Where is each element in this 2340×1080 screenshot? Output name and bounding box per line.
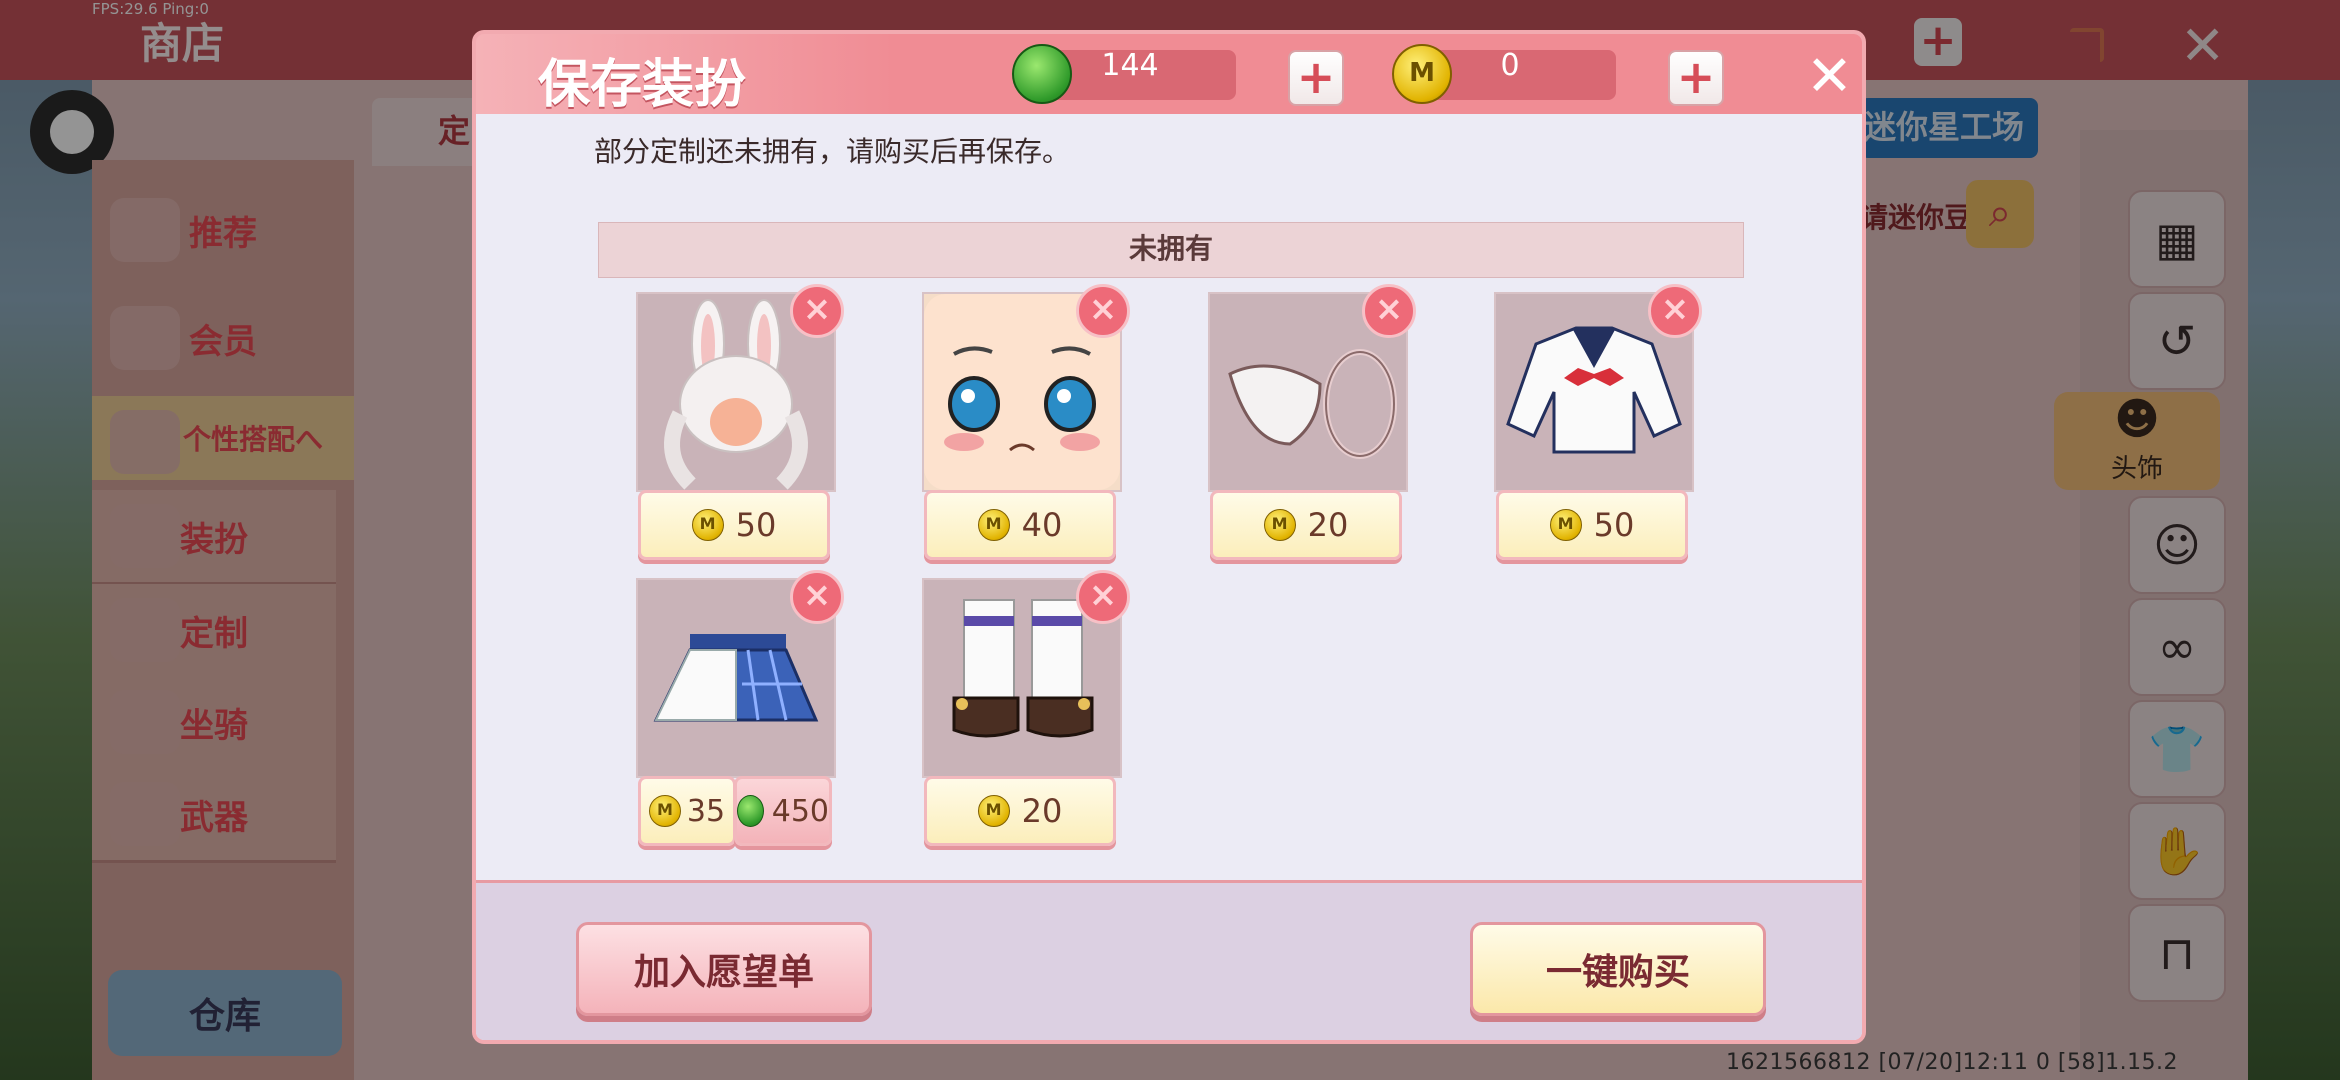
add-to-wishlist-button[interactable]: 加入愿望单: [576, 922, 872, 1016]
menu-label: 定制: [180, 613, 248, 654]
price-value: 20: [1307, 506, 1349, 544]
dialog-close-icon[interactable]: ✕: [1806, 44, 1853, 109]
section-not-owned: 未拥有: [598, 222, 1744, 278]
price-button[interactable]: M 20: [1210, 490, 1402, 560]
coin-icon: M: [1392, 44, 1452, 104]
buy-all-label: 一键购买: [1545, 952, 1690, 993]
add-gems-button[interactable]: +: [1288, 50, 1344, 106]
coin-icon: M: [1549, 509, 1582, 541]
gem-icon: [1012, 44, 1072, 104]
dialog-notice: 部分定制还未拥有，请购买后再保存。: [594, 135, 1071, 168]
coin-icon: M: [977, 509, 1010, 541]
gem-count: 144: [1101, 48, 1159, 83]
price-value: 40: [1021, 506, 1063, 544]
gem-icon: [737, 795, 764, 827]
price-value: 450: [771, 793, 829, 829]
remove-item-icon[interactable]: ×: [1076, 284, 1130, 338]
price-button-gems[interactable]: 450: [734, 776, 832, 846]
price-button[interactable]: M 50: [1496, 490, 1688, 560]
remove-item-icon[interactable]: ×: [1076, 570, 1130, 624]
price-value: 35: [686, 793, 726, 829]
remove-item-icon[interactable]: ×: [1362, 284, 1416, 338]
coin-count: 0: [1500, 48, 1520, 83]
coin-icon: M: [691, 509, 724, 541]
menu-label: 武器: [180, 797, 248, 838]
menu-label: 坐骑: [180, 705, 248, 746]
menu-label: 装扮: [180, 519, 248, 560]
wishlist-label: 加入愿望单: [633, 952, 814, 993]
price-value: 20: [1021, 792, 1063, 830]
menu-label: 会员: [189, 321, 257, 362]
coin-icon: M: [648, 795, 681, 827]
remove-item-icon[interactable]: ×: [790, 570, 844, 624]
menu-label: 推荐: [189, 213, 257, 254]
dialog-title: 保存装扮: [538, 55, 747, 115]
menu-label: 个性搭配へ: [182, 423, 323, 456]
remove-item-icon[interactable]: ×: [1648, 284, 1702, 338]
remove-item-icon[interactable]: ×: [790, 284, 844, 338]
buy-all-button[interactable]: 一键购买: [1470, 922, 1766, 1016]
price-button[interactable]: M 40: [924, 490, 1116, 560]
coin-icon: M: [1263, 509, 1296, 541]
price-button[interactable]: M 20: [924, 776, 1116, 846]
price-value: 50: [735, 506, 777, 544]
price-value: 50: [1593, 506, 1635, 544]
coin-icon: M: [977, 795, 1010, 827]
price-button-coins[interactable]: M 35: [638, 776, 736, 846]
add-coins-button[interactable]: +: [1668, 50, 1724, 106]
price-button[interactable]: M 50: [638, 490, 830, 560]
save-outfit-dialog: 保存装扮 144 + M 0 + ✕ 部分定制还未拥有，请购买后再保存。 未拥有…: [476, 34, 1862, 1040]
